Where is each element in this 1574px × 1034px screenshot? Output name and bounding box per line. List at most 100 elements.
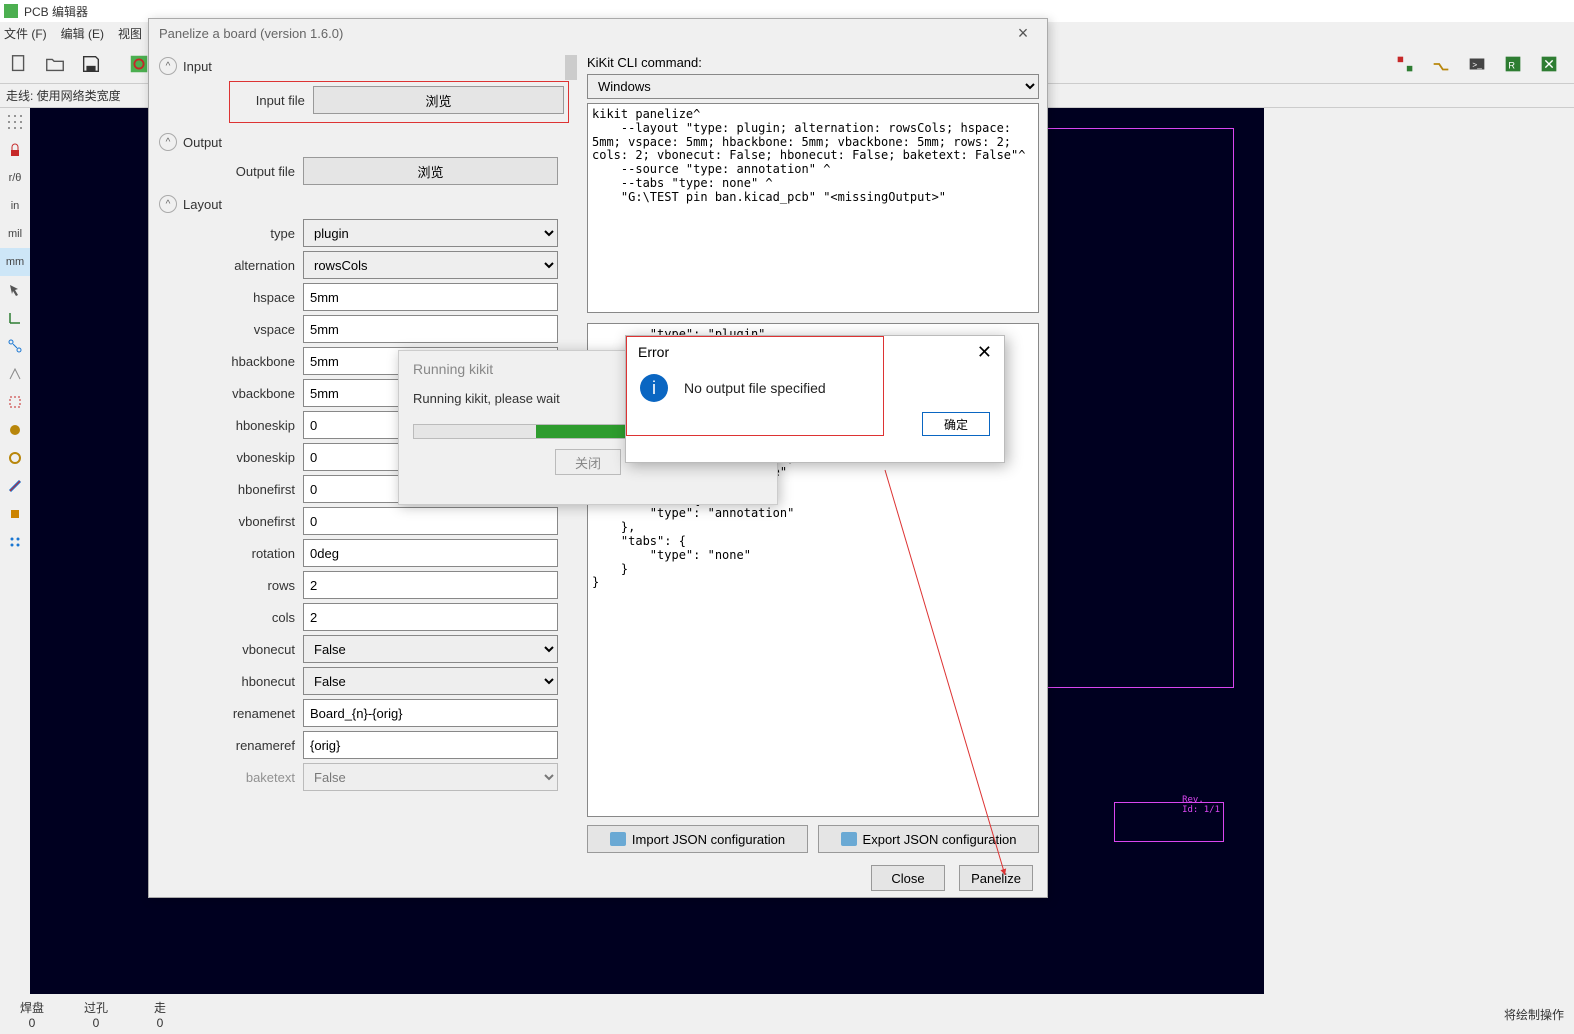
alternation-label: alternation [159,258,295,273]
new-icon[interactable] [4,49,34,79]
rows-label: rows [159,578,295,593]
hspace-input[interactable] [303,283,558,311]
cols-label: cols [159,610,295,625]
left-toolbar: r/θ in mil mm [0,108,30,1012]
lt-dots-icon[interactable] [0,528,30,556]
input-file-label: Input file [234,93,305,108]
tool-icon-1[interactable] [1390,49,1420,79]
rotation-input[interactable] [303,539,558,567]
svg-text:>_: >_ [1472,60,1482,69]
right-panel [1264,108,1574,1012]
dialog-close-icon[interactable]: × [1009,23,1037,44]
export-json-button[interactable]: Export JSON configuration [818,825,1039,853]
status-pad-val: 0 [0,1016,64,1030]
lt-via-icon[interactable] [0,444,30,472]
info-icon: i [640,374,668,402]
lt-zone-icon[interactable] [0,500,30,528]
hbackbone-label: hbackbone [159,354,295,369]
error-ok-button[interactable]: 确定 [922,412,990,436]
lt-axis-icon[interactable] [0,304,30,332]
type-label: type [159,226,295,241]
vbonefirst-label: vbonefirst [159,514,295,529]
chevron-up-icon: ^ [159,133,177,151]
status-track-val: 0 [128,1016,192,1030]
save-icon[interactable] [76,49,106,79]
scrollbar[interactable] [565,55,577,80]
tool-icon-4[interactable]: R [1498,49,1528,79]
hbonecut-label: hbonecut [159,674,295,689]
running-close-button[interactable]: 关闭 [555,449,621,475]
renamenet-label: renamenet [159,706,295,721]
lt-polar-icon[interactable]: r/θ [0,164,30,192]
error-dialog: Error ✕ i No output file specified 确定 [625,335,1005,463]
svg-text:R: R [1508,60,1515,70]
status-right: 将绘制操作 [1504,1006,1574,1023]
type-select[interactable]: plugin [303,219,558,247]
cli-os-select[interactable]: Windows [587,74,1039,99]
lt-mil-icon[interactable]: mil [0,220,30,248]
lt-grid-icon[interactable] [0,108,30,136]
menu-view[interactable]: 视图 [118,25,142,42]
cols-input[interactable] [303,603,558,631]
lt-pad-icon[interactable] [0,416,30,444]
dialog-title: Panelize a board (version 1.6.0) [159,26,343,41]
vspace-label: vspace [159,322,295,337]
baketext-select[interactable]: False [303,763,558,791]
error-title: Error [638,344,669,360]
open-icon[interactable] [40,49,70,79]
status-track-label: 走 [128,999,192,1016]
lt-net-icon[interactable] [0,332,30,360]
vbonefirst-input[interactable] [303,507,558,535]
lt-cursor-icon[interactable] [0,276,30,304]
lt-ratsnest-icon[interactable] [0,360,30,388]
track-label: 走线: 使用网络类宽度 [6,87,121,104]
lt-outline-icon[interactable] [0,388,30,416]
error-close-icon[interactable]: ✕ [977,342,992,363]
output-file-label: Output file [159,164,295,179]
baketext-label: baketext [159,770,295,785]
hbonecut-select[interactable]: False [303,667,558,695]
vboneskip-label: vboneskip [159,450,295,465]
section-input[interactable]: ^Input [159,57,579,75]
renameref-label: renameref [159,738,295,753]
folder-icon [610,832,626,846]
folder-icon [841,832,857,846]
lt-mm-icon[interactable]: mm [0,248,30,276]
alternation-select[interactable]: rowsCols [303,251,558,279]
close-button[interactable]: Close [871,865,945,891]
dialog-title-bar[interactable]: Panelize a board (version 1.6.0) × [149,19,1047,47]
lt-track-icon[interactable] [0,472,30,500]
chevron-up-icon: ^ [159,57,177,75]
pcb-title-text: Rev. Id: 1/1 [1182,796,1220,816]
section-output[interactable]: ^Output [159,133,579,151]
hboneskip-label: hboneskip [159,418,295,433]
vbonecut-select[interactable]: False [303,635,558,663]
rows-input[interactable] [303,571,558,599]
vspace-input[interactable] [303,315,558,343]
status-via-label: 过孔 [64,999,128,1016]
rotation-label: rotation [159,546,295,561]
menu-file[interactable]: 文件 (F) [4,25,47,42]
cli-textarea[interactable]: kikit panelize^ --layout "type: plugin; … [587,103,1039,313]
renameref-input[interactable] [303,731,558,759]
app-title: PCB 编辑器 [24,3,88,20]
tool-icon-3[interactable]: >_ [1462,49,1492,79]
lt-lock-icon[interactable] [0,136,30,164]
renamenet-input[interactable] [303,699,558,727]
section-layout[interactable]: ^Layout [159,195,579,213]
output-browse-button[interactable]: 浏览 [303,157,558,185]
status-pad-label: 焊盘 [0,999,64,1016]
status-via-val: 0 [64,1016,128,1030]
hspace-label: hspace [159,290,295,305]
input-browse-button[interactable]: 浏览 [313,86,564,114]
chevron-up-icon: ^ [159,195,177,213]
tool-icon-2[interactable] [1426,49,1456,79]
tool-icon-5[interactable] [1534,49,1564,79]
app-icon [4,4,18,18]
import-json-button[interactable]: Import JSON configuration [587,825,808,853]
error-message: No output file specified [684,380,826,396]
lt-in-icon[interactable]: in [0,192,30,220]
menu-edit[interactable]: 编辑 (E) [61,25,104,42]
status-bar: 焊盘0 过孔0 走0 将绘制操作 [0,994,1574,1034]
panelize-button[interactable]: Panelize [959,865,1033,891]
